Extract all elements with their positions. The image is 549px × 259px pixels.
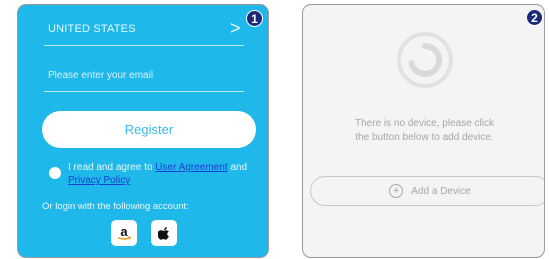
chevron-right-icon: > (230, 18, 241, 38)
country-label: UNITED STATES (48, 23, 136, 35)
plus-icon: + (389, 184, 404, 198)
step-badge-1: 1 (246, 10, 263, 27)
divider (44, 91, 244, 92)
device-list-panel: There is no device, please click the but… (302, 4, 545, 258)
add-device-label: Add a Device (411, 185, 471, 197)
login-panel: UNITED STATES > Register I read and agre… (17, 4, 269, 258)
step-badge-2: 2 (526, 9, 543, 26)
svg-text:a: a (120, 224, 128, 239)
apple-icon (158, 227, 169, 240)
privacy-policy-link[interactable]: Privacy Policy (68, 175, 130, 186)
empty-message-line-1: There is no device, please click (355, 118, 494, 129)
agreement-text: I read and agree to User Agreement and P… (68, 161, 258, 187)
empty-device-icon (397, 32, 453, 88)
divider (44, 45, 244, 46)
user-agreement-link[interactable]: User Agreement (155, 162, 227, 173)
amazon-login-button[interactable]: a (111, 220, 137, 246)
empty-message-line-2: the button below to add device. (355, 132, 494, 143)
agreement-prefix: I read and agree to (68, 162, 153, 173)
email-field[interactable] (44, 63, 252, 87)
register-button[interactable]: Register (42, 111, 256, 148)
agreement-and: and (230, 162, 248, 173)
amazon-icon: a (117, 224, 131, 240)
country-selector[interactable]: UNITED STATES > (18, 15, 268, 45)
add-device-button[interactable]: + Add a Device (310, 176, 544, 206)
social-login-caption: Or login with the following account: (42, 201, 189, 212)
apple-login-button[interactable] (151, 220, 177, 246)
agreement-checkbox[interactable] (49, 167, 61, 179)
empty-device-message: There is no device, please click the but… (303, 117, 544, 145)
